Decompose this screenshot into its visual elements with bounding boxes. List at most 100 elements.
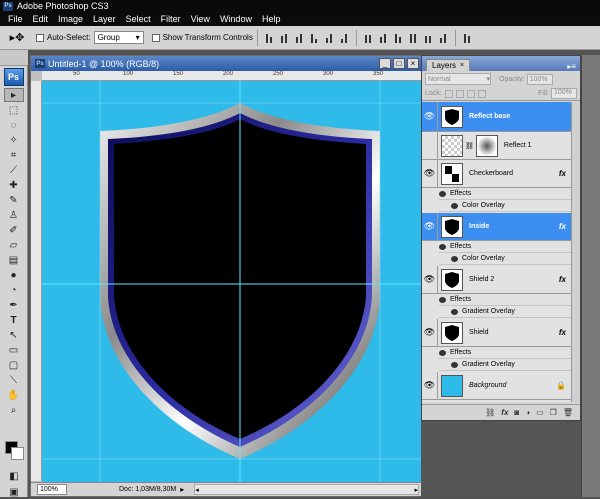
layer-name[interactable]: Background xyxy=(469,382,506,389)
path-selection-tool-icon[interactable]: ↖ xyxy=(4,328,24,342)
auto-select-checkbox[interactable] xyxy=(36,33,44,42)
layer-row[interactable]: 👁 Background 🔒 xyxy=(422,372,572,400)
canvas[interactable] xyxy=(42,81,423,482)
horizontal-scrollbar[interactable]: ◂ ▸ xyxy=(194,484,419,495)
effects-eye-icon[interactable] xyxy=(439,243,446,250)
menu-edit[interactable]: Edit xyxy=(28,14,54,24)
align-bottom-icon[interactable] xyxy=(294,32,305,43)
effect-item[interactable]: Color Overlay xyxy=(439,253,572,265)
layer-row[interactable]: 👁 Reflect base xyxy=(422,102,572,132)
link-layers-icon[interactable]: ⛓ xyxy=(485,408,495,417)
menu-view[interactable]: View xyxy=(186,14,215,24)
opacity-input[interactable]: 100% xyxy=(526,73,553,85)
layer-row[interactable]: 👁 Shield 2 fx xyxy=(422,266,572,294)
history-brush-tool-icon[interactable]: ✐ xyxy=(4,223,24,237)
effect-item[interactable]: Gradient Overlay xyxy=(439,306,572,318)
scroll-right-icon[interactable]: ▸ xyxy=(414,486,418,494)
maximize-icon[interactable]: □ xyxy=(393,58,405,69)
scroll-left-icon[interactable]: ◂ xyxy=(195,486,199,494)
brush-tool-icon[interactable]: ✎ xyxy=(4,193,24,207)
effects-row[interactable]: Effects xyxy=(439,241,572,253)
align-left-icon[interactable] xyxy=(309,32,320,43)
minimize-icon[interactable]: _ xyxy=(379,58,391,69)
eraser-tool-icon[interactable]: ▱ xyxy=(4,238,24,252)
delete-layer-icon[interactable]: 🗑 xyxy=(563,408,573,417)
layer-name[interactable]: Reflect 1 xyxy=(504,142,532,149)
layer-row[interactable]: 👁 Shield fx xyxy=(422,319,572,347)
magic-wand-tool-icon[interactable]: ✧ xyxy=(4,133,24,147)
menu-file[interactable]: File xyxy=(0,14,28,24)
marquee-tool-icon[interactable]: ⬚ xyxy=(4,103,24,117)
layer-name[interactable]: Shield 2 xyxy=(469,276,494,283)
slice-tool-icon[interactable]: ⟋ xyxy=(4,163,24,177)
clone-stamp-tool-icon[interactable]: ♙ xyxy=(4,208,24,222)
align-top-icon[interactable] xyxy=(264,32,275,43)
effects-eye-icon[interactable] xyxy=(439,296,446,303)
visibility-eye-icon[interactable]: 👁 xyxy=(422,102,438,131)
zoom-field[interactable]: 100% xyxy=(37,484,67,495)
blend-mode-dropdown[interactable]: Normal ▾ xyxy=(425,73,491,85)
distribute-top-icon[interactable] xyxy=(363,32,374,43)
effect-eye-icon[interactable] xyxy=(451,202,458,209)
menu-select[interactable]: Select xyxy=(121,14,156,24)
lock-position-icon[interactable] xyxy=(466,89,475,98)
layer-row[interactable]: ⛓ Reflect 1 xyxy=(422,132,572,160)
zoom-tool-icon[interactable]: ⌕ xyxy=(4,403,24,417)
document-title-bar[interactable]: Ps Untitled-1 @ 100% (RGB/8) _ □ × xyxy=(31,56,421,71)
effects-eye-icon[interactable] xyxy=(439,190,446,197)
lock-transparency-icon[interactable] xyxy=(444,89,453,98)
visibility-eye-icon[interactable]: 👁 xyxy=(422,213,438,240)
lock-pixels-icon[interactable] xyxy=(455,89,464,98)
auto-align-icon[interactable] xyxy=(462,32,473,43)
layer-name[interactable]: Checkerboard xyxy=(469,170,513,177)
visibility-eye-icon[interactable]: 👁 xyxy=(422,160,438,187)
layer-mask-thumbnail[interactable] xyxy=(475,134,498,157)
distribute-right-icon[interactable] xyxy=(438,32,449,43)
new-group-icon[interactable]: ▭ xyxy=(536,408,544,417)
shape-tool-icon[interactable]: ▭ xyxy=(4,343,24,357)
pen-tool-icon[interactable]: ✒ xyxy=(4,298,24,312)
auto-select-dropdown[interactable]: Group ▾ xyxy=(93,31,144,44)
fx-icon[interactable]: fx xyxy=(559,169,566,178)
status-menu-arrow-icon[interactable]: ▸ xyxy=(180,485,184,494)
eyedropper-tool-icon[interactable]: ⟍ xyxy=(4,373,24,387)
move-tool-preset-icon[interactable]: ▸✥ xyxy=(6,29,28,47)
new-layer-icon[interactable]: ❐ xyxy=(550,408,557,417)
close-tab-icon[interactable]: × xyxy=(460,62,464,69)
visibility-eye-icon[interactable]: 👁 xyxy=(422,266,438,293)
effect-item[interactable]: Gradient Overlay xyxy=(439,359,572,371)
lasso-tool-icon[interactable]: ◌ xyxy=(4,118,24,132)
layer-row[interactable]: 👁 Inside fx xyxy=(422,213,572,241)
effects-row[interactable]: Effects xyxy=(439,347,572,359)
effect-eye-icon[interactable] xyxy=(451,361,458,368)
type-tool-icon[interactable]: T xyxy=(4,313,24,327)
align-hcenter-icon[interactable] xyxy=(324,32,335,43)
effect-eye-icon[interactable] xyxy=(451,308,458,315)
tab-layers[interactable]: Layers × xyxy=(426,59,471,71)
menu-help[interactable]: Help xyxy=(257,14,286,24)
notes-tool-icon[interactable]: ▢ xyxy=(4,358,24,372)
panel-menu-icon[interactable]: ▸≡ xyxy=(567,62,576,71)
layer-name[interactable]: Shield xyxy=(469,329,488,336)
visibility-eye-icon[interactable]: 👁 xyxy=(422,372,438,399)
menu-image[interactable]: Image xyxy=(53,14,88,24)
effects-row[interactable]: Effects xyxy=(439,294,572,306)
visibility-eye-icon[interactable] xyxy=(422,132,438,159)
hand-tool-icon[interactable]: ✋ xyxy=(4,388,24,402)
align-vcenter-icon[interactable] xyxy=(279,32,290,43)
fx-icon[interactable]: fx xyxy=(559,328,566,337)
align-right-icon[interactable] xyxy=(339,32,350,43)
crop-tool-icon[interactable]: ⌗ xyxy=(4,148,24,162)
fx-icon[interactable]: fx xyxy=(559,222,566,231)
effect-eye-icon[interactable] xyxy=(451,255,458,262)
layers-panel-header[interactable]: Layers × ▸≡ xyxy=(422,56,580,71)
move-tool-icon[interactable]: ▸ xyxy=(3,88,24,102)
effects-row[interactable]: Effects xyxy=(439,188,572,200)
background-color-swatch[interactable] xyxy=(11,447,24,460)
distribute-hcenter-icon[interactable] xyxy=(423,32,434,43)
healing-brush-tool-icon[interactable]: ✚ xyxy=(4,178,24,192)
menu-filter[interactable]: Filter xyxy=(156,14,186,24)
layer-row[interactable]: 👁 Checkerboard fx xyxy=(422,160,572,188)
effect-item[interactable]: Color Overlay xyxy=(439,200,572,212)
effects-eye-icon[interactable] xyxy=(439,349,446,356)
